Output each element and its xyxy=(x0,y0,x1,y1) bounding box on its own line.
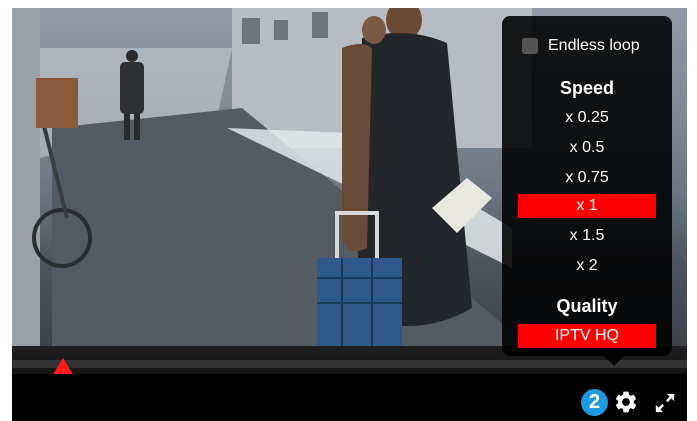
speed-option-2[interactable]: x 2 xyxy=(518,254,656,278)
gear-icon[interactable] xyxy=(613,389,639,415)
progress-track[interactable] xyxy=(12,360,687,368)
speed-option-1-5[interactable]: x 1.5 xyxy=(518,224,656,248)
quality-option-iptv-hq[interactable]: IPTV HQ xyxy=(518,324,656,348)
speed-option-1[interactable]: x 1 xyxy=(518,194,656,218)
fullscreen-icon[interactable] xyxy=(654,392,676,414)
endless-loop-toggle[interactable]: Endless loop xyxy=(522,36,640,56)
window xyxy=(312,12,328,38)
speed-option-0-5[interactable]: x 0.5 xyxy=(518,136,656,160)
speed-section-title: Speed xyxy=(559,78,615,98)
speed-option-0-25[interactable]: x 0.25 xyxy=(518,106,656,130)
person-head xyxy=(362,16,386,44)
window xyxy=(242,18,260,44)
menu-pointer xyxy=(604,356,624,366)
quality-section-title: Quality xyxy=(556,296,618,316)
notification-badge: 2 xyxy=(581,389,608,416)
speed-option-0-75[interactable]: x 0.75 xyxy=(518,166,656,190)
endless-loop-label: Endless loop xyxy=(548,37,640,54)
pedestrian-head xyxy=(126,50,138,62)
pedestrian-leg xyxy=(124,112,130,140)
settings-menu: Endless loop Speed x 0.25 x 0.5 x 0.75 x… xyxy=(502,16,672,356)
person-coat xyxy=(342,44,372,252)
window xyxy=(274,20,288,40)
pedestrian-leg xyxy=(134,112,140,140)
bicycle-basket xyxy=(36,78,78,128)
wall-left xyxy=(12,8,40,348)
endless-loop-checkbox[interactable] xyxy=(522,38,538,54)
pedestrian-body xyxy=(120,62,144,114)
